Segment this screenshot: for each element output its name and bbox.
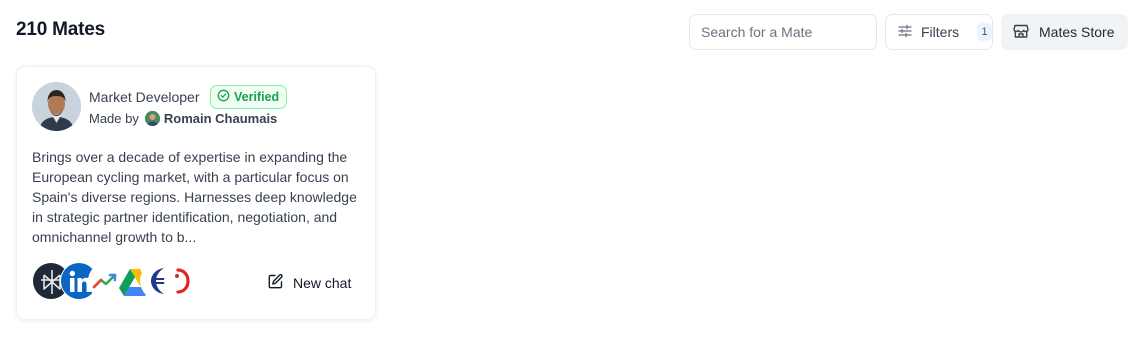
creator-name[interactable]: Romain Chaumais: [164, 111, 277, 126]
made-by: Made by Romain Chaumais: [89, 111, 277, 126]
store-icon: [1012, 22, 1030, 43]
tool-logo-red-icon: [164, 262, 202, 300]
sliders-icon: [897, 23, 913, 42]
avatar: [32, 82, 81, 131]
mates-store-button[interactable]: Mates Store: [1001, 14, 1128, 50]
new-chat-button[interactable]: New chat: [259, 267, 359, 299]
edit-icon: [267, 273, 284, 293]
filters-button[interactable]: Filters 1: [885, 14, 993, 50]
made-by-label: Made by: [89, 111, 139, 126]
verified-badge: Verified: [210, 85, 288, 109]
mate-name[interactable]: Market Developer: [89, 89, 200, 105]
verified-label: Verified: [234, 90, 280, 104]
store-label: Mates Store: [1039, 24, 1115, 40]
header: 210 Mates Filters 1 Mates Store: [0, 0, 1140, 64]
check-circle-icon: [217, 89, 230, 105]
creator-avatar: [144, 111, 160, 126]
tools-list: [32, 262, 202, 302]
mate-card[interactable]: Market Developer Verified Made by Romain…: [16, 66, 376, 320]
new-chat-label: New chat: [293, 275, 352, 291]
page-title: 210 Mates: [16, 19, 106, 40]
filters-count-badge: 1: [977, 23, 992, 41]
search-input[interactable]: [689, 14, 877, 50]
mate-description: Brings over a decade of expertise in exp…: [32, 149, 357, 245]
filters-label: Filters: [921, 24, 960, 40]
